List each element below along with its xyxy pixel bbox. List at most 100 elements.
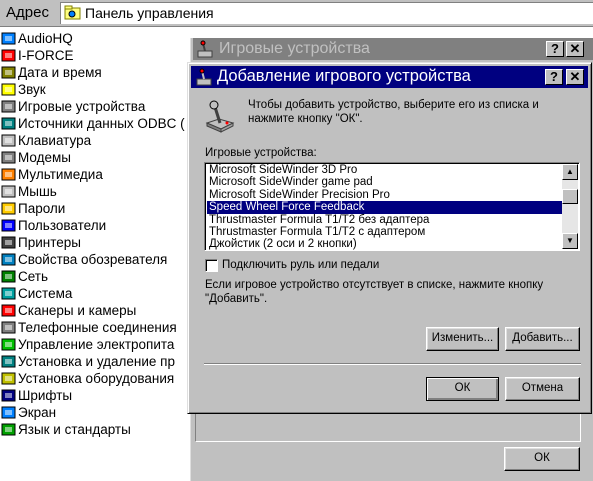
users-icon — [1, 219, 16, 232]
control-panel-item-label: Система — [18, 286, 73, 301]
change-button[interactable]: Изменить... — [426, 327, 499, 351]
iforce-icon — [1, 49, 16, 62]
control-panel-item[interactable]: AudioHQ — [0, 30, 190, 47]
control-panel-item-label: Пароли — [18, 201, 66, 216]
dialog-help-button[interactable]: ? — [545, 69, 563, 85]
device-list-item[interactable]: Speed Wheel Force Feedback — [207, 201, 563, 214]
control-panel-item-label: Шрифты — [18, 388, 73, 403]
modem-icon — [1, 151, 16, 164]
control-panel-item-label: I-FORCE — [18, 48, 74, 63]
control-panel-item[interactable]: Система — [0, 285, 190, 302]
control-panel-item[interactable]: Установка и удаление пр — [0, 353, 190, 370]
control-panel-item-label: Дата и время — [18, 65, 102, 80]
control-panel-item[interactable]: Клавиатура — [0, 132, 190, 149]
device-list-item[interactable]: Thrustmaster Formula T1/T2 с адаптером — [207, 226, 563, 238]
control-panel-item[interactable]: Пользователи — [0, 217, 190, 234]
add-button[interactable]: Добавить... — [505, 327, 580, 351]
control-panel-item[interactable]: Звук — [0, 81, 190, 98]
game-devices-title: Игровые устройства — [219, 40, 370, 57]
dialog-close-button[interactable]: ✕ — [566, 69, 584, 85]
device-list-item[interactable]: Microsoft SideWinder Precision Pro — [207, 189, 563, 201]
control-panel-item[interactable]: Мышь — [0, 183, 190, 200]
control-panel-item-label: Источники данных ODBC ( — [18, 116, 185, 131]
device-list-item[interactable]: Thrustmaster Formula T1/T2 без адаптера — [207, 214, 563, 226]
control-panel-item[interactable]: Модемы — [0, 149, 190, 166]
wheel-pedals-checkbox[interactable] — [205, 259, 218, 272]
control-panel-item[interactable]: Управление электропита — [0, 336, 190, 353]
control-panel-item[interactable]: Источники данных ODBC ( — [0, 115, 190, 132]
control-panel-item[interactable]: Сканеры и камеры — [0, 302, 190, 319]
printer-icon — [1, 236, 16, 249]
control-panel-item-label: Установка оборудования — [18, 371, 175, 386]
internet-icon — [1, 253, 16, 266]
dialog-title: Добавление игрового устройства — [217, 67, 471, 85]
passwords-icon — [1, 202, 16, 215]
control-panel-item-label: Мышь — [18, 184, 57, 199]
control-panel-item[interactable]: I-FORCE — [0, 47, 190, 64]
control-panel-item-label: Сеть — [18, 269, 49, 284]
control-panel-item[interactable]: Мультимедиа — [0, 166, 190, 183]
control-panel-item-label: AudioHQ — [18, 31, 73, 46]
audio-icon — [1, 32, 16, 45]
dialog-titlebar[interactable]: Добавление игрового устройства ? ✕ — [191, 66, 588, 88]
addremove-icon — [1, 355, 16, 368]
devices-scrollbar[interactable]: ▲ ▼ — [562, 164, 578, 249]
joystick-icon — [1, 100, 16, 113]
control-panel-item[interactable]: Игровые устройства — [0, 98, 190, 115]
control-panel-item-label: Мультимедиа — [18, 167, 103, 182]
control-panel-item[interactable]: Сеть — [0, 268, 190, 285]
add-game-device-dialog: Добавление игрового устройства ? ✕ Чтобы… — [187, 62, 592, 414]
control-panel-item[interactable]: Свойства обозревателя — [0, 251, 190, 268]
close-button[interactable]: ✕ — [566, 41, 584, 57]
address-bar: Адрес Панель управления — [0, 0, 593, 27]
control-panel-item-label: Клавиатура — [18, 133, 92, 148]
scroll-down-icon[interactable]: ▼ — [562, 233, 578, 249]
control-panel-item[interactable]: Пароли — [0, 200, 190, 217]
odbc-icon — [1, 117, 16, 130]
control-panel-item[interactable]: Язык и стандарты — [0, 421, 190, 438]
cancel-button[interactable]: Отмена — [505, 377, 580, 401]
control-panel-item-label: Свойства обозревателя — [18, 252, 168, 267]
devices-listbox[interactable]: Microsoft SideWinder 3D Pro Microsoft Sid… — [204, 162, 580, 251]
scanner-icon — [1, 304, 16, 317]
ok-button[interactable]: ОК — [426, 377, 499, 401]
scroll-up-icon[interactable]: ▲ — [562, 164, 578, 180]
game-devices-panel — [195, 410, 581, 442]
control-panel-item[interactable]: Установка оборудования — [0, 370, 190, 387]
control-panel-item-label: Пользователи — [18, 218, 107, 233]
joystick-icon — [196, 68, 212, 86]
phone-icon — [1, 321, 16, 334]
keyboard-icon — [1, 134, 16, 147]
scroll-thumb[interactable] — [562, 189, 578, 204]
wheel-pedals-label[interactable]: Подключить руль или педали — [222, 259, 379, 271]
control-panel-item[interactable]: Телефонные соединения — [0, 319, 190, 336]
dialog-separator — [204, 363, 581, 365]
address-field[interactable]: Панель управления — [60, 2, 593, 24]
address-label: Адрес — [6, 4, 49, 21]
address-value: Панель управления — [85, 5, 214, 21]
control-panel-icon — [64, 5, 81, 20]
dialog-instruction: Чтобы добавить устройство, выберите его … — [248, 99, 539, 125]
control-panel-item-label: Телефонные соединения — [18, 320, 177, 335]
control-panel-item[interactable]: Принтеры — [0, 234, 190, 251]
device-list-item[interactable]: Microsoft SideWinder game pad — [207, 176, 563, 188]
control-panel-item[interactable]: Дата и время — [0, 64, 190, 81]
control-panel-item-label: Принтеры — [18, 235, 81, 250]
power-icon — [1, 338, 16, 351]
datetime-icon — [1, 66, 16, 79]
control-panel-item[interactable]: Экран — [0, 404, 190, 421]
fonts-icon — [1, 389, 16, 402]
help-button[interactable]: ? — [546, 41, 564, 57]
devices-list-items: Microsoft SideWinder 3D Pro Microsoft Sid… — [207, 164, 563, 250]
hardware-icon — [1, 372, 16, 385]
control-panel-item-label: Экран — [18, 405, 57, 420]
joystick-icon — [205, 100, 235, 133]
game-devices-titlebar[interactable]: Игровые устройства ? ✕ — [193, 38, 593, 60]
control-panel-item[interactable]: Шрифты — [0, 387, 190, 404]
device-list-item[interactable]: Джойстик (2 оси и 2 кнопки) — [207, 238, 563, 250]
regional-icon — [1, 423, 16, 436]
devices-list-label: Игровые устройства: — [205, 147, 317, 159]
device-list-item[interactable]: Microsoft SideWinder 3D Pro — [207, 164, 563, 176]
joystick-icon — [197, 40, 213, 58]
game-devices-ok-button[interactable]: ОК — [504, 447, 580, 471]
